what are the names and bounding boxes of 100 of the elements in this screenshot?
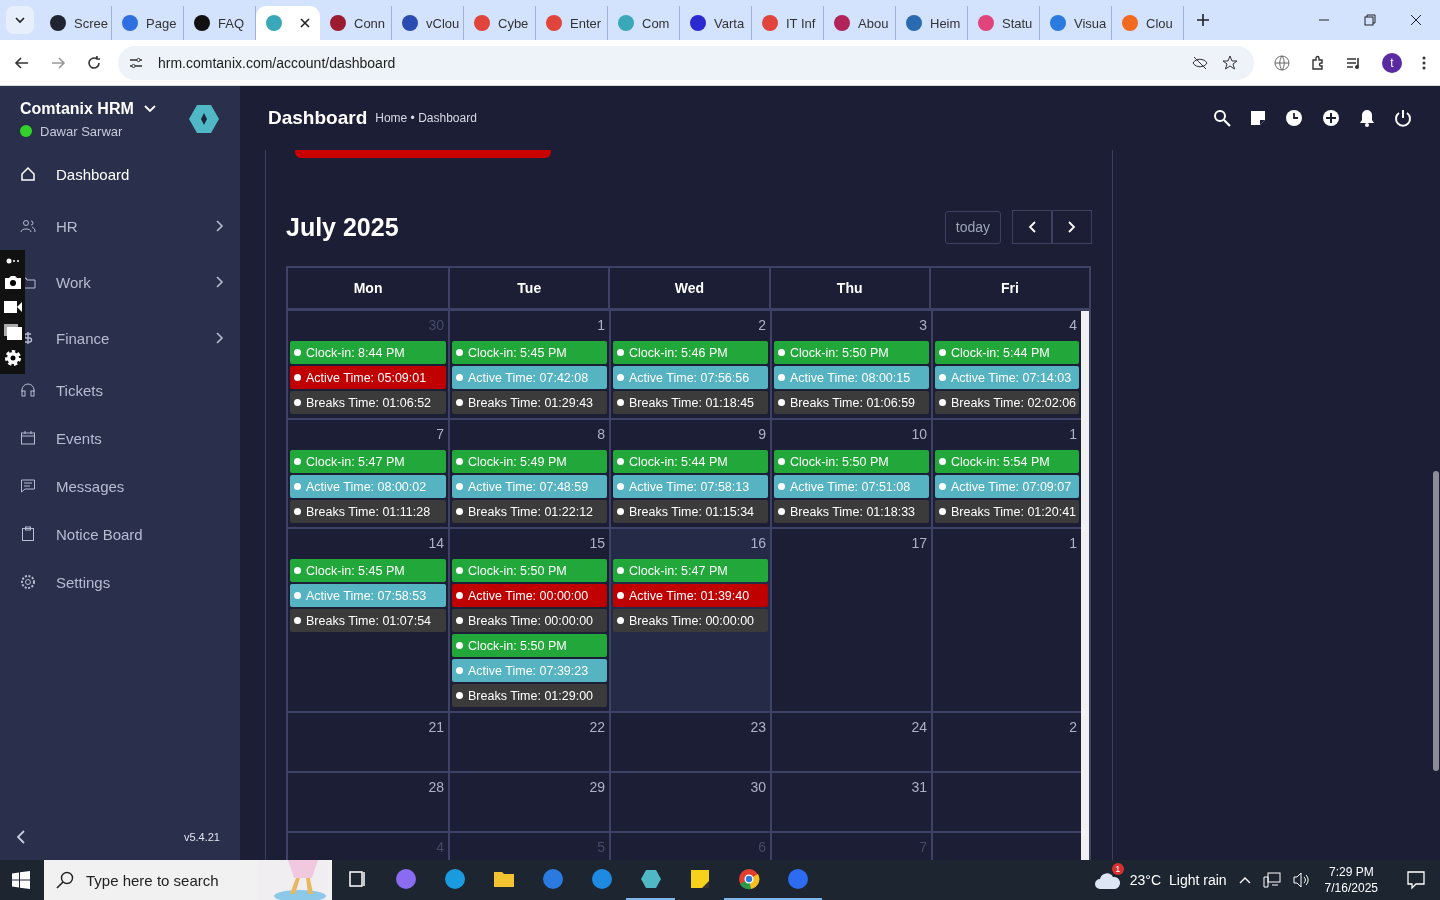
- temperature[interactable]: 23°C: [1129, 872, 1161, 888]
- sidebar-item[interactable]: Messages: [0, 462, 240, 510]
- calendar-event[interactable]: Breaks Time: 01:15:34: [613, 500, 768, 523]
- new-tab-icon[interactable]: [1196, 13, 1210, 27]
- calendar-event[interactable]: Breaks Time: 00:00:00: [452, 609, 607, 632]
- calendar-event[interactable]: Breaks Time: 01:22:12: [452, 500, 607, 523]
- menu-icon[interactable]: [1422, 54, 1426, 71]
- globe-icon[interactable]: [1274, 54, 1290, 71]
- calendar-event[interactable]: Active Time: 01:39:40: [613, 584, 768, 607]
- calendar-event[interactable]: Breaks Time: 01:06:59: [774, 391, 929, 414]
- profile-avatar[interactable]: t: [1382, 52, 1402, 73]
- address-bar[interactable]: hrm.comtanix.com/account/dashboard: [118, 45, 1254, 80]
- app-icon: [393, 867, 418, 891]
- scrollbar[interactable]: [1081, 311, 1089, 860]
- chevron-right-icon: [216, 220, 224, 232]
- extensions-icon[interactable]: [1310, 54, 1326, 71]
- people-icon: [20, 218, 36, 234]
- window-icon[interactable]: [3, 323, 22, 340]
- chevron-up-icon[interactable]: [1238, 876, 1251, 884]
- calendar-event[interactable]: Breaks Time: 01:18:45: [613, 391, 768, 414]
- reload-icon[interactable]: [86, 54, 102, 71]
- weekday-header: Mon: [352, 279, 384, 298]
- sidebar-item[interactable]: Settings: [0, 558, 240, 606]
- day-number: 3: [918, 316, 928, 335]
- app-icon: [736, 867, 761, 891]
- bell-icon[interactable]: [1359, 109, 1375, 127]
- back-icon[interactable]: [14, 54, 30, 71]
- logo-icon: [188, 103, 220, 135]
- collapse-icon[interactable]: [16, 830, 26, 844]
- app-icon: [442, 867, 467, 891]
- star-icon[interactable]: [1222, 54, 1238, 71]
- calendar-event[interactable]: Breaks Time: 01:07:54: [290, 609, 446, 632]
- more-icon[interactable]: [5, 256, 20, 265]
- app-icon: [638, 867, 663, 891]
- sidebar-item[interactable]: HR: [0, 198, 240, 254]
- search-input[interactable]: Type here to search: [84, 870, 248, 890]
- video-icon[interactable]: [3, 300, 22, 314]
- app-icon: [785, 867, 810, 891]
- tab-search-button[interactable]: [6, 6, 34, 34]
- day-number: 23: [749, 718, 767, 737]
- weekday-header: Wed: [608, 268, 769, 308]
- power-icon[interactable]: [1394, 109, 1412, 127]
- calendar-event[interactable]: Breaks Time: 02:02:06: [935, 391, 1079, 414]
- sidebar-item[interactable]: Dashboard: [0, 150, 240, 198]
- close-icon[interactable]: [1410, 14, 1422, 26]
- day-number: 29: [588, 778, 606, 797]
- chevron-down-icon[interactable]: [143, 104, 156, 113]
- day-number: 15: [588, 534, 606, 553]
- clock-date[interactable]: 7/16/2025: [1324, 881, 1378, 895]
- scrollbar[interactable]: [1433, 471, 1439, 771]
- calendar-event[interactable]: Active Time: 05:09:01: [290, 366, 446, 389]
- day-number: 16: [749, 534, 767, 553]
- day-number: 31: [910, 778, 928, 797]
- day-number: 24: [910, 718, 928, 737]
- day-number: 1: [596, 316, 606, 335]
- calendar-event[interactable]: Breaks Time: 00:00:00: [613, 609, 768, 632]
- sidebar-item[interactable]: Finance: [0, 310, 240, 366]
- restore-icon[interactable]: [1364, 14, 1376, 26]
- eye-off-icon[interactable]: [1192, 54, 1208, 71]
- taskbar-search-field[interactable]: Type here to search: [44, 860, 332, 900]
- chevron-down-icon: [14, 14, 26, 26]
- add-icon[interactable]: [1322, 109, 1340, 127]
- network-icon[interactable]: [1262, 872, 1281, 888]
- sidebar-item[interactable]: Events: [0, 414, 240, 462]
- calendar-event[interactable]: Breaks Time: 01:06:52: [290, 391, 446, 414]
- calendar-event[interactable]: Breaks Time: 01:20:41: [935, 500, 1079, 523]
- search-icon[interactable]: [1213, 109, 1231, 127]
- breadcrumb: Home • Dashboard: [375, 111, 477, 125]
- brand-name[interactable]: Comtanix HRM: [20, 99, 134, 118]
- calendar-event[interactable]: Breaks Time: 01:18:33: [774, 500, 929, 523]
- notifications-icon[interactable]: [1406, 870, 1426, 890]
- next-button[interactable]: [1052, 210, 1092, 244]
- note-icon[interactable]: [1250, 110, 1266, 126]
- close-icon[interactable]: [300, 18, 310, 28]
- weekday-header: Thu: [768, 268, 929, 308]
- clock-time[interactable]: 7:29 PM: [1328, 865, 1374, 879]
- weather-text[interactable]: Light rain: [1169, 872, 1227, 888]
- calendar-event[interactable]: Breaks Time: 01:11:28: [290, 500, 446, 523]
- volume-icon[interactable]: [1292, 872, 1311, 888]
- today-button[interactable]: today: [944, 210, 1001, 244]
- sidebar-item[interactable]: Notice Board: [0, 510, 240, 558]
- page-title: Dashboard: [268, 107, 368, 129]
- day-number: 28: [427, 778, 445, 797]
- calendar-event[interactable]: Breaks Time: 01:29:43: [452, 391, 607, 414]
- sidebar-item[interactable]: Tickets: [0, 366, 240, 414]
- previous-button[interactable]: [1012, 210, 1052, 244]
- calendar-event[interactable]: Active Time: 00:00:00: [452, 584, 607, 607]
- app-icon: [589, 867, 614, 891]
- start-icon[interactable]: [12, 871, 30, 889]
- calendar-event[interactable]: Breaks Time: 01:29:00: [452, 684, 607, 707]
- day-number: 4: [1068, 316, 1078, 335]
- clock-icon[interactable]: [1285, 109, 1303, 127]
- chevron-right-icon: [1068, 221, 1076, 233]
- camera-icon[interactable]: [3, 274, 22, 291]
- gear-icon: [20, 574, 36, 590]
- headset-icon: [20, 382, 36, 398]
- day-number: 7: [435, 425, 445, 444]
- settings-icon[interactable]: [3, 349, 22, 368]
- forward-icon[interactable]: [50, 54, 66, 71]
- day-number: 30: [749, 778, 767, 797]
